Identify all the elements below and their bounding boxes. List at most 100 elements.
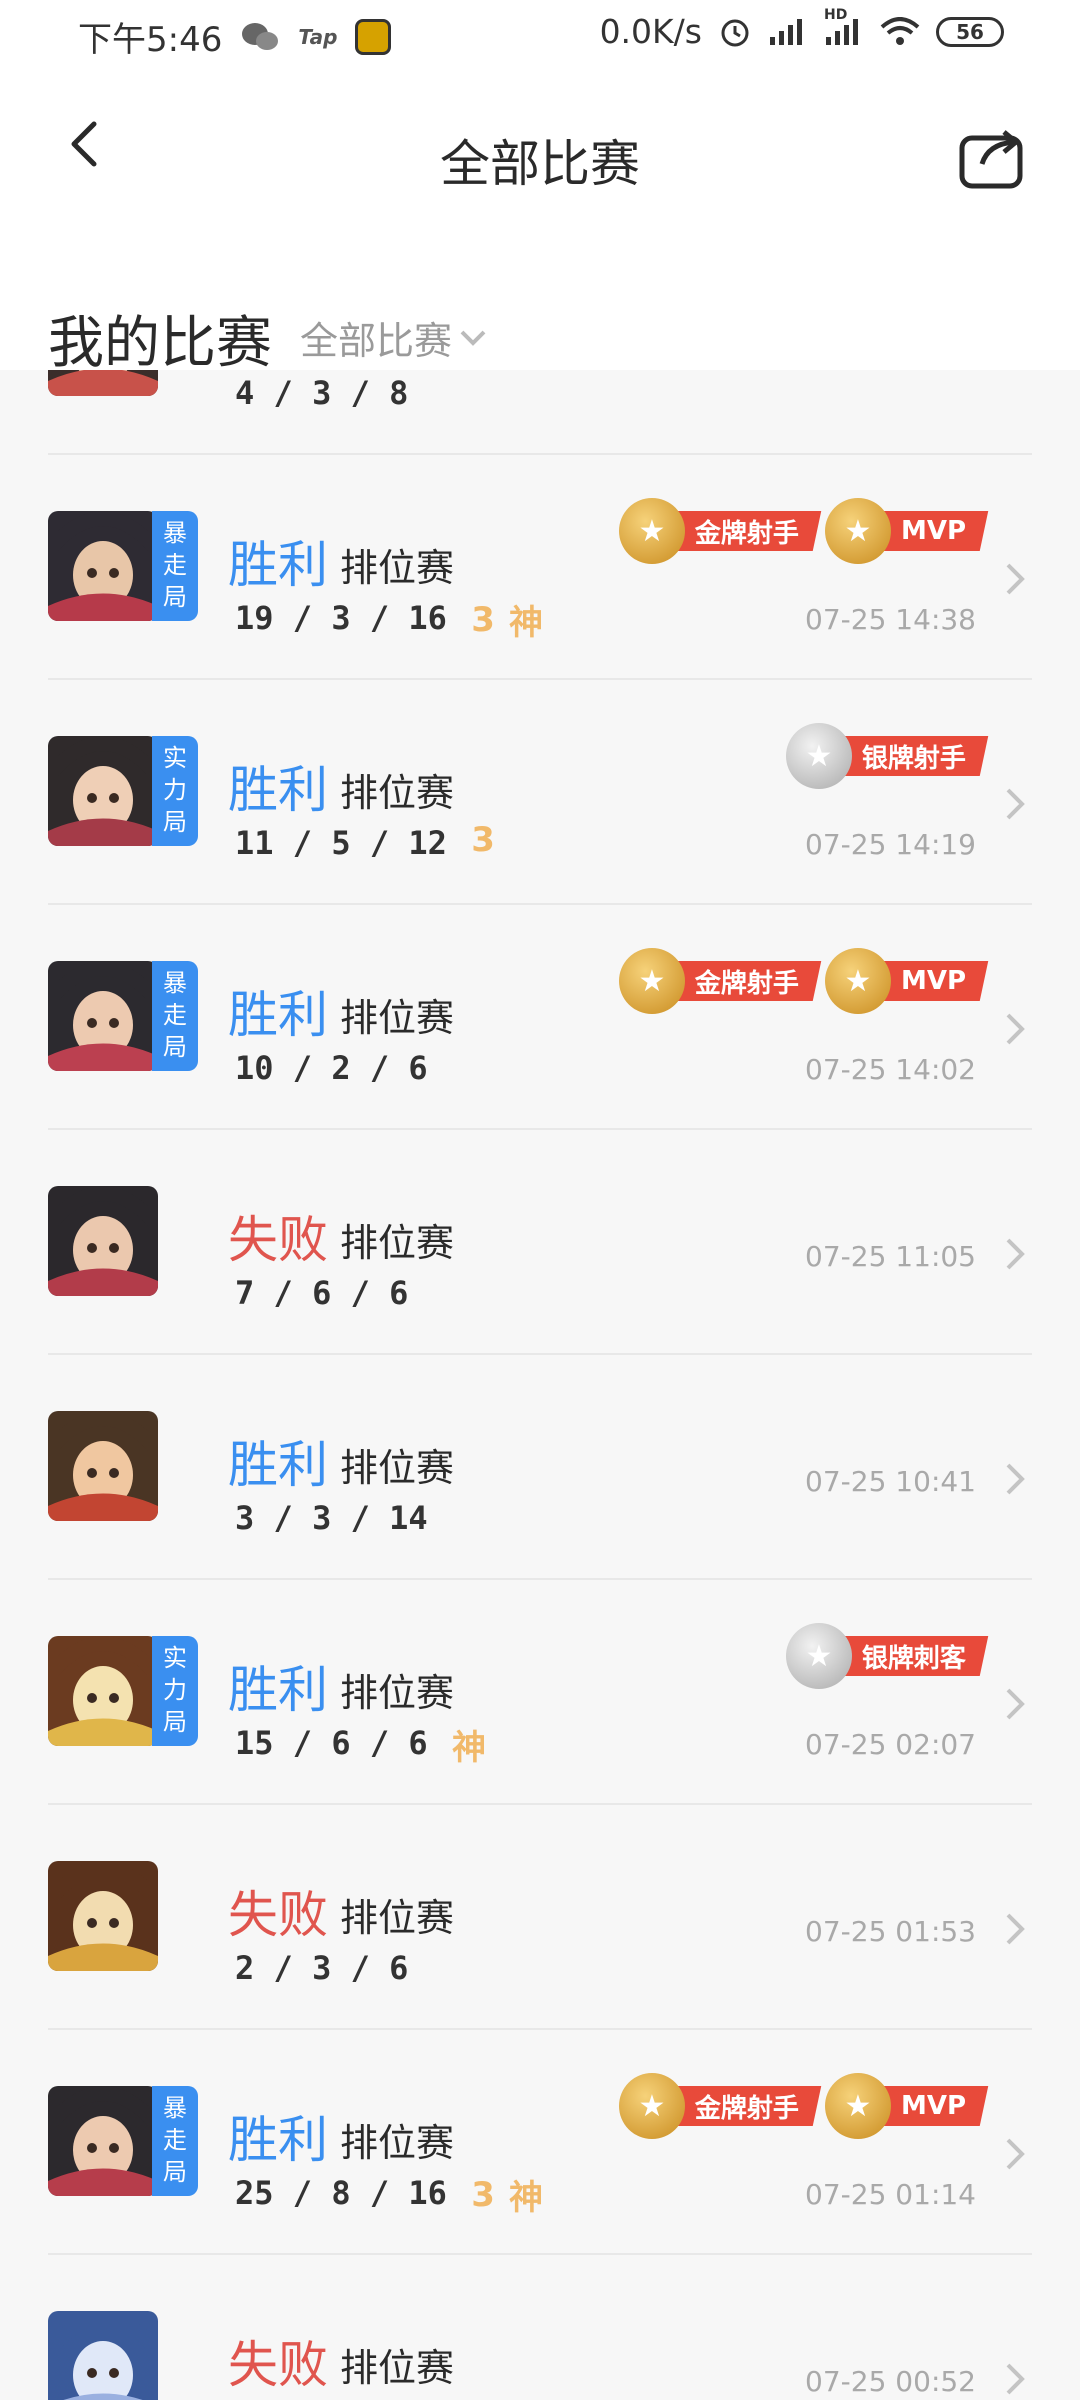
badge-label: MVP bbox=[900, 2091, 966, 2121]
share-button[interactable] bbox=[958, 124, 1028, 190]
kda-stats: 2 / 3 / 6 bbox=[235, 1949, 409, 1987]
match-type: 排位赛 bbox=[340, 2346, 455, 2390]
match-row[interactable]: 失败 排位赛 2 / 3 / 6 07-25 01:53 bbox=[0, 1805, 1080, 2030]
signal-hd-label: HD bbox=[824, 6, 848, 23]
mode-tag: 实力局 bbox=[152, 736, 198, 846]
match-result: 失败 bbox=[228, 1211, 328, 1269]
kda-stats: 7 / 6 / 6 bbox=[235, 1274, 409, 1312]
page-title: 全部比赛 bbox=[440, 135, 640, 193]
badge-label: MVP bbox=[900, 966, 966, 996]
achievement-marks: 3 bbox=[471, 820, 495, 860]
nav-header: 全部比赛 bbox=[0, 66, 1080, 246]
medal-badge: ★ 银牌射手 bbox=[785, 723, 989, 789]
signal-hd-icon: HD bbox=[824, 7, 864, 47]
mvp-badge: ★ MVP bbox=[824, 948, 989, 1014]
match-row[interactable]: 暴走局胜利 排位赛 10 / 2 / 6 ★ 金牌射手 ★ MVP 07-25 14:02 bbox=[0, 905, 1080, 1130]
godlike-mark: 神 bbox=[508, 2178, 543, 2218]
match-type: 排位赛 bbox=[340, 1221, 455, 1265]
match-result: 胜利 bbox=[228, 1436, 328, 1494]
match-time: 07-25 14:02 bbox=[805, 1053, 976, 1086]
match-row[interactable]: 暴走局胜利 排位赛 19 / 3 / 16 3 神 ★ 金牌射手 ★ MVP 07-25 14:3… bbox=[0, 455, 1080, 680]
badge-label: 金牌射手 bbox=[694, 968, 799, 999]
hero-avatar bbox=[48, 1636, 158, 1746]
medal-badge: ★ 金牌射手 bbox=[618, 2073, 822, 2139]
wifi-icon bbox=[880, 16, 920, 47]
godlike-mark: 神 bbox=[508, 603, 543, 643]
game-app-icon bbox=[355, 18, 392, 55]
match-row[interactable]: 失败 排位赛 07-25 00:52 bbox=[0, 2255, 1080, 2400]
triple-kill-mark: 3 bbox=[471, 820, 495, 860]
achievement-marks: 3神 bbox=[471, 595, 543, 644]
status-time: 下午5:46 bbox=[78, 20, 223, 60]
mode-tag: 暴走局 bbox=[152, 961, 198, 1071]
match-result: 胜利 bbox=[228, 761, 328, 819]
kda-stats: 15 / 6 / 6 bbox=[235, 1724, 428, 1762]
match-row[interactable]: 暴走局胜利 排位赛 25 / 8 / 16 3 神 ★ 金牌射手 ★ MVP 07-25 01:1… bbox=[0, 2030, 1080, 2255]
chevron-right-icon bbox=[1004, 2361, 1028, 2397]
mvp-badge: ★ MVP bbox=[824, 498, 989, 564]
match-row[interactable]: 实力局胜利 排位赛 11 / 5 / 12 3 ★ 银牌射手 07-25 14:19 bbox=[0, 680, 1080, 905]
silver-medal-icon: ★ bbox=[785, 1623, 852, 1689]
hero-avatar bbox=[48, 370, 158, 396]
hero-avatar bbox=[48, 1411, 158, 1521]
match-type: 排位赛 bbox=[340, 771, 455, 815]
achievement-marks: 神 bbox=[452, 1720, 486, 1769]
match-result: 胜利 bbox=[228, 986, 328, 1044]
badge-label: 银牌射手 bbox=[861, 743, 966, 774]
match-time: 07-25 11:05 bbox=[805, 1240, 976, 1273]
hero-avatar bbox=[48, 1861, 158, 1971]
medal-badge: ★ 金牌射手 bbox=[618, 498, 822, 564]
triple-kill-mark: 3 bbox=[471, 2174, 495, 2215]
hero-avatar bbox=[48, 2311, 158, 2400]
badge-label: 银牌刺客 bbox=[861, 1643, 966, 1674]
match-time: 07-25 10:41 bbox=[805, 1465, 976, 1498]
match-row[interactable]: 胜利 排位赛 3 / 3 / 14 07-25 10:41 bbox=[0, 1355, 1080, 1580]
mode-tag: 暴走局 bbox=[152, 511, 198, 621]
match-type: 排位赛 bbox=[340, 1446, 455, 1490]
kda-stats: 25 / 8 / 16 bbox=[235, 2174, 447, 2212]
filter-dropdown[interactable]: 全部比赛 bbox=[300, 310, 488, 365]
match-time: 07-25 14:38 bbox=[805, 603, 976, 636]
match-row[interactable]: 实力局胜利 排位赛 15 / 6 / 6 神 ★ 银牌刺客 07-25 02:07 bbox=[0, 1580, 1080, 1805]
chevron-right-icon bbox=[1004, 1686, 1028, 1722]
mvp-badge: ★ MVP bbox=[824, 2073, 989, 2139]
chevron-right-icon bbox=[1004, 370, 1028, 372]
status-bar: 下午5:46 Tap 0.0K/s HD 56 bbox=[0, 0, 1080, 66]
badge-label: MVP bbox=[900, 516, 966, 546]
signal-icon bbox=[768, 17, 808, 47]
mode-tag: 暴走局 bbox=[152, 2086, 198, 2196]
tap-app-icon: Tap bbox=[298, 24, 338, 49]
match-time: 07-25 01:53 bbox=[805, 1915, 976, 1948]
match-type: 排位赛 bbox=[340, 996, 455, 1040]
kda-stats: 11 / 5 / 12 bbox=[235, 824, 447, 862]
match-row[interactable]: 4 / 3 / 8 07-25 20:32 bbox=[0, 370, 1080, 455]
match-type: 排位赛 bbox=[340, 1896, 455, 1940]
badge-label: 金牌射手 bbox=[694, 518, 799, 549]
match-result: 失败 bbox=[228, 2336, 328, 2394]
triple-kill-mark: 3 bbox=[471, 599, 495, 640]
match-list: 4 / 3 / 807-25 20:32 暴走局胜利排位赛19 / 3 / 16… bbox=[0, 370, 1080, 2400]
match-result: 胜利 bbox=[228, 536, 328, 594]
match-type: 排位赛 bbox=[340, 2121, 455, 2165]
gold-medal-icon: ★ bbox=[824, 948, 891, 1014]
share-icon bbox=[959, 130, 1023, 189]
chevron-right-icon bbox=[1004, 1011, 1028, 1047]
match-result: 胜利 bbox=[228, 2111, 328, 2169]
kda-stats: 4 / 3 / 8 bbox=[235, 374, 409, 412]
honor-badges: ★ 金牌射手 ★ MVP bbox=[618, 498, 989, 564]
gold-medal-icon: ★ bbox=[618, 498, 685, 564]
hero-avatar bbox=[48, 961, 158, 1071]
filter-label: 全部比赛 bbox=[300, 319, 453, 363]
chevron-right-icon bbox=[1004, 561, 1028, 597]
match-time: 07-25 01:14 bbox=[805, 2178, 976, 2211]
godlike-mark: 神 bbox=[452, 1728, 486, 1768]
hero-avatar bbox=[48, 511, 158, 621]
badge-label: 金牌射手 bbox=[694, 2093, 799, 2124]
kda-stats: 19 / 3 / 16 bbox=[235, 599, 447, 637]
chevron-right-icon bbox=[1004, 2136, 1028, 2172]
kda-stats: 3 / 3 / 14 bbox=[235, 1499, 428, 1537]
hero-avatar bbox=[48, 2086, 158, 2196]
match-row[interactable]: 失败 排位赛 7 / 6 / 6 07-25 11:05 bbox=[0, 1130, 1080, 1355]
medal-badge: ★ 银牌刺客 bbox=[785, 1623, 989, 1689]
match-time: 07-25 00:52 bbox=[805, 2365, 976, 2398]
